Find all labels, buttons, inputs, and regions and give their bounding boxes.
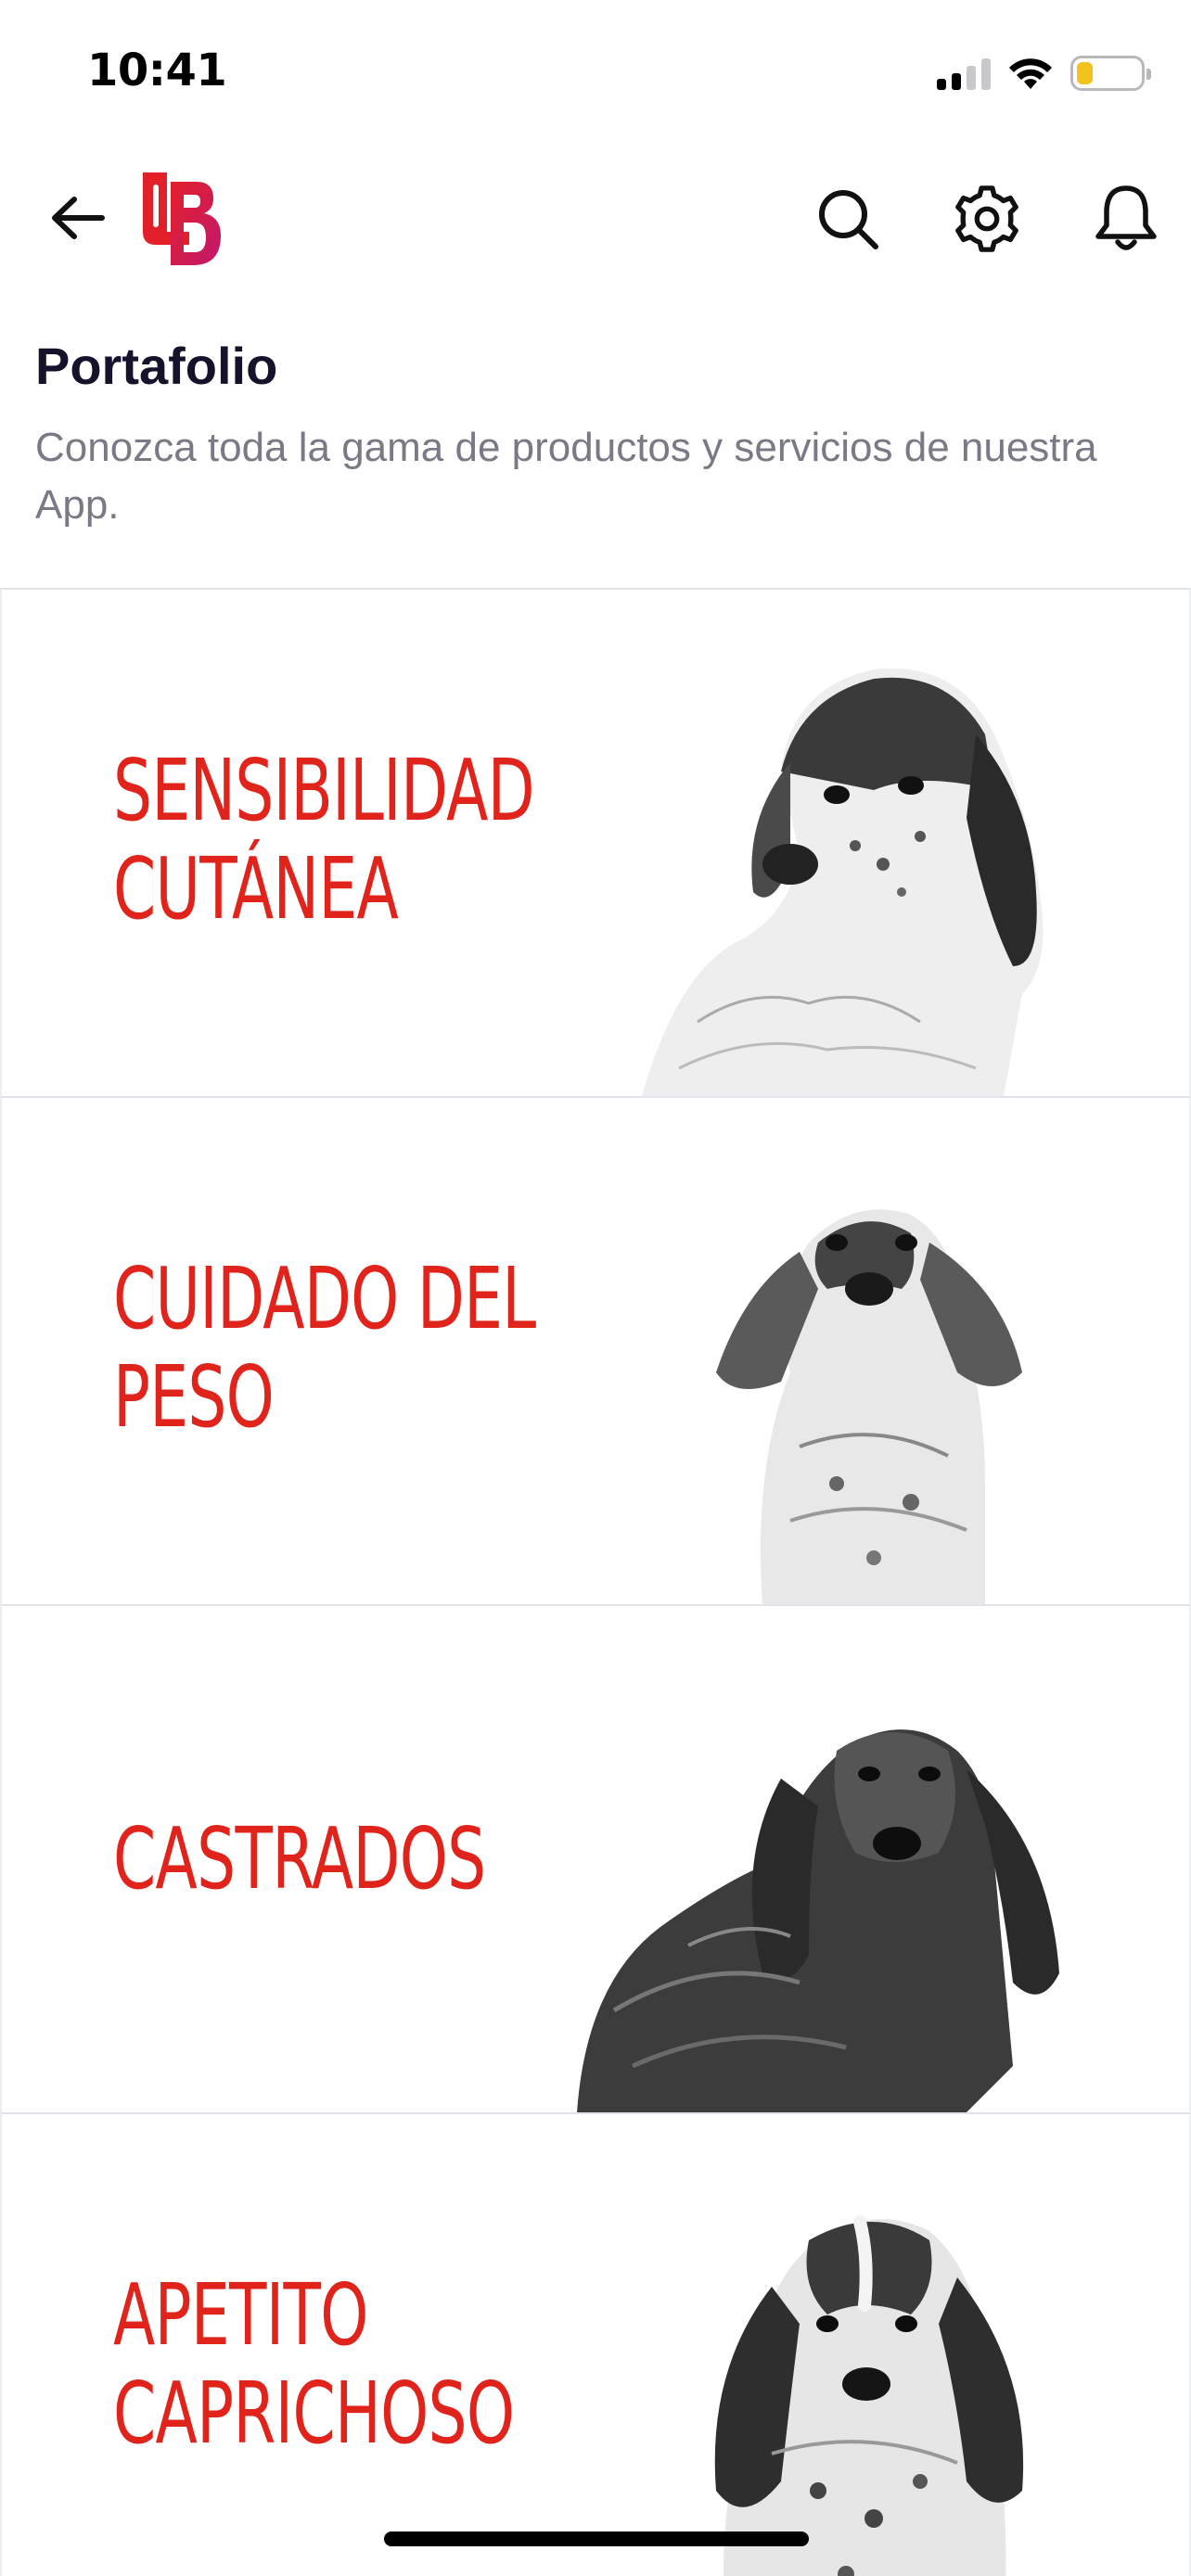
arrow-left-icon [52,197,105,239]
cellular-signal-icon [937,57,991,90]
status-time: 10:41 [87,45,227,96]
card-title: CUIDADO DEL PESO [113,1249,536,1447]
portfolio-list: SENSIBILIDAD CUTÁNEA CUIDADO DEL PESO CA… [0,588,1191,2576]
search-button[interactable] [813,184,883,254]
settings-button[interactable] [952,184,1022,254]
bell-icon [1095,185,1157,250]
cocker-spaniel-dog-image [714,2215,1024,2576]
long-haired-dachshund-dog-image [577,1729,1059,2112]
wifi-icon [1009,58,1052,89]
brand-logo[interactable] [139,169,224,269]
gear-icon [955,185,1018,252]
card-title: CASTRADOS [113,1809,486,1908]
page-subtitle: Conozca toda la gama de productos y serv… [35,425,1097,528]
card-title: SENSIBILIDAD CUTÁNEA [113,741,535,938]
status-bar: 10:41 [0,0,1191,139]
back-button[interactable] [45,185,109,250]
dachshund-dog-image [716,1209,1022,1604]
battery-level [1077,62,1093,84]
portfolio-card-castrados[interactable]: CASTRADOS [0,1604,1191,2112]
home-indicator [384,2531,809,2546]
app-header [0,158,1191,278]
status-icons [937,52,1151,95]
search-icon [819,190,878,249]
card-title: APETITO CAPRICHOSO [113,2265,515,2463]
portfolio-card-cuidado-del-peso[interactable]: CUIDADO DEL PESO [0,1096,1191,1604]
portfolio-card-apetito-caprichoso[interactable]: APETITO CAPRICHOSO [0,2112,1191,2576]
english-setter-dog-image [642,668,1044,1096]
notifications-button[interactable] [1091,184,1161,254]
battery-icon [1070,56,1151,91]
page-title: Portafolio [35,337,278,395]
portfolio-card-sensibilidad-cutanea[interactable]: SENSIBILIDAD CUTÁNEA [0,588,1191,1096]
